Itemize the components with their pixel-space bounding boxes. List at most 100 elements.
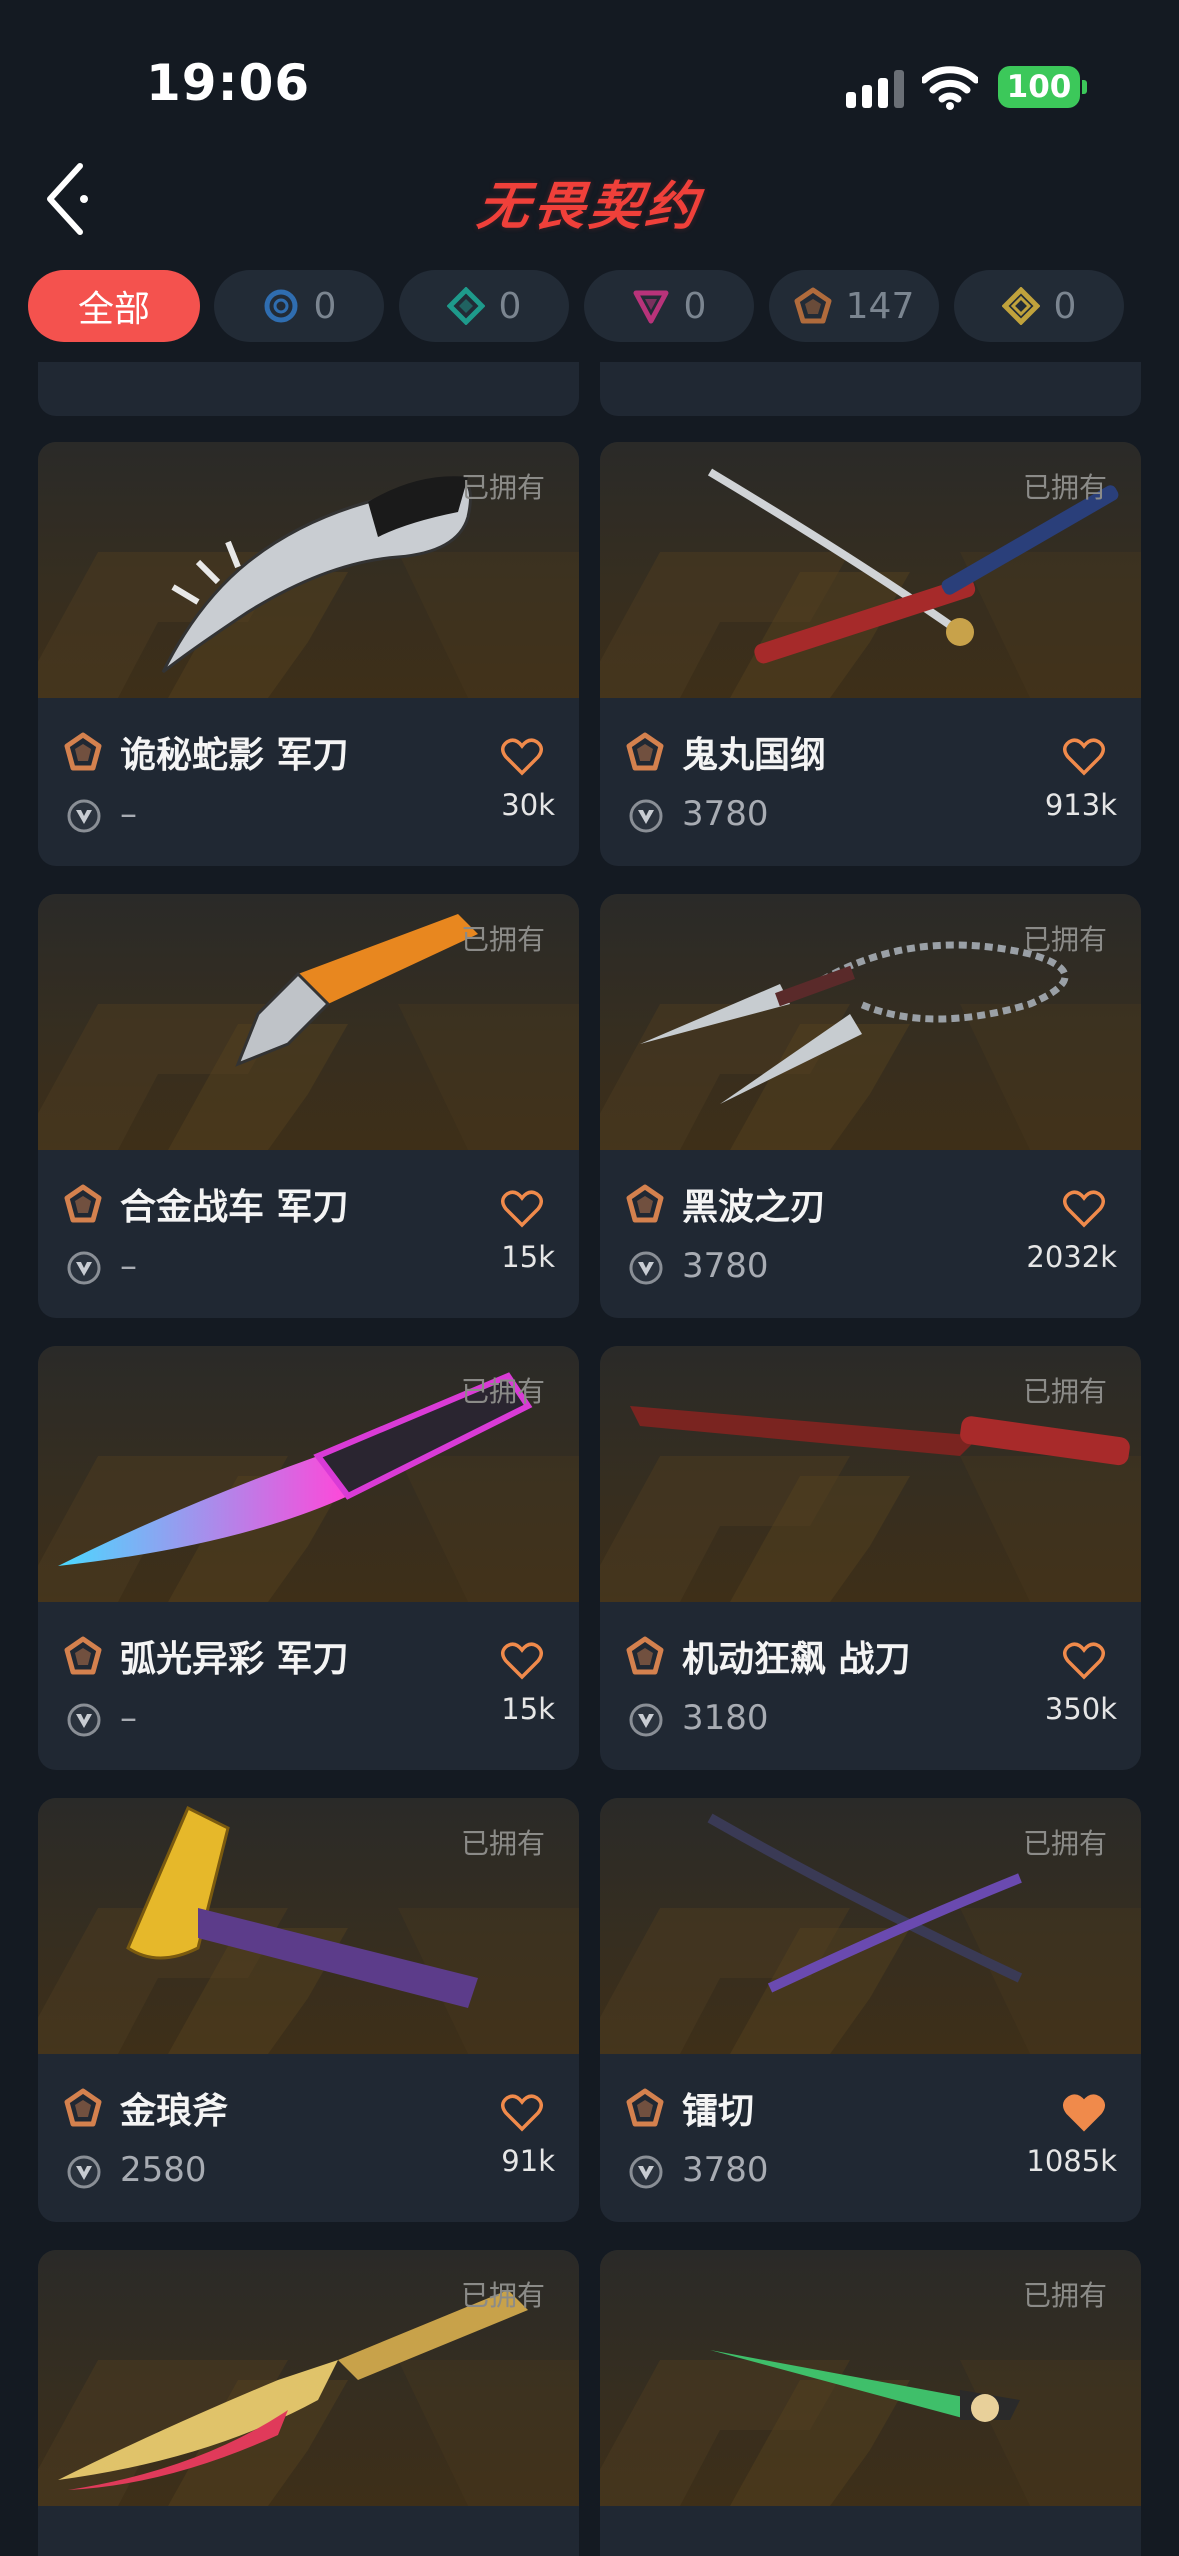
like-count: 2032k: [1026, 1240, 1117, 1274]
heart-icon[interactable]: [1063, 2094, 1105, 2132]
battery-tip: [1082, 80, 1087, 94]
filter-count: 147: [845, 285, 915, 327]
skin-card[interactable]: 已拥有鬼丸国纲 3780 913k: [600, 442, 1141, 866]
rarity-deluxe-icon: [446, 287, 485, 325]
rarity-exclusive-icon: [794, 287, 832, 324]
skin-image: 已拥有: [38, 1346, 579, 1602]
filter-rarity-select[interactable]: 0: [214, 270, 384, 342]
filter-label: 全部: [77, 289, 150, 330]
app-screen: { "status_bar": {"time": "19:06", "batte…: [0, 0, 1179, 2556]
owned-label: 已拥有: [1022, 923, 1107, 956]
heart-icon[interactable]: [501, 2094, 543, 2132]
rarity-premium-icon: [633, 290, 669, 324]
rarity-exclusive-icon: [64, 2088, 102, 2127]
like-count: 91k: [501, 2144, 555, 2178]
owned-label: 已拥有: [1022, 2279, 1107, 2312]
vp-currency-icon: [67, 1251, 101, 1285]
vp-currency-icon: [67, 2155, 101, 2189]
like-count: 913k: [1044, 788, 1117, 822]
filter-count: 0: [498, 285, 522, 327]
rarity-ultra-icon: [1001, 287, 1040, 325]
filter-count: 0: [683, 285, 707, 327]
heart-icon[interactable]: [501, 1642, 543, 1680]
card-fragment: [38, 362, 579, 416]
filter-rarity-exclusive[interactable]: 147: [769, 270, 939, 342]
owned-label: 已拥有: [460, 1375, 545, 1408]
filter-count: 0: [313, 285, 337, 327]
skin-card[interactable]: 已拥有 弧光异彩 军刀 – 15k: [38, 1346, 579, 1770]
owned-label: 已拥有: [1022, 1375, 1107, 1408]
vp-currency-icon: [629, 1251, 663, 1285]
skin-image: 已拥有: [38, 2250, 579, 2506]
skin-card[interactable]: 已拥有: [600, 2250, 1141, 2556]
like-count: 1085k: [1026, 2144, 1117, 2178]
like-count: 30k: [501, 788, 555, 822]
vp-currency-icon: [67, 1703, 101, 1737]
page-title-logo: 无畏契约: [474, 176, 705, 237]
status-time: 19:06: [146, 54, 311, 112]
rarity-exclusive-icon: [626, 1636, 664, 1675]
skin-price: 3780: [682, 794, 769, 834]
skin-card[interactable]: 已拥有镭切 3780 1085k: [600, 1798, 1141, 2222]
skin-name: 合金战车 军刀: [120, 1187, 349, 1228]
back-chevron-icon[interactable]: [40, 160, 100, 238]
wifi-icon: [922, 66, 978, 110]
heart-icon[interactable]: [501, 1190, 543, 1228]
rarity-filter-bar: 全部 0 0 0 147 0: [28, 270, 1168, 342]
skin-image: 已拥有: [600, 894, 1141, 1150]
owned-label: 已拥有: [460, 923, 545, 956]
skin-image: 已拥有: [600, 2250, 1141, 2506]
filter-rarity-ultra[interactable]: 0: [954, 270, 1124, 342]
skin-card[interactable]: 已拥有 金琅斧 2580 91k: [38, 1798, 579, 2222]
filter-rarity-premium[interactable]: 0: [584, 270, 754, 342]
filter-count: 0: [1053, 285, 1077, 327]
heart-icon[interactable]: [1063, 738, 1105, 776]
skin-price: –: [120, 1698, 137, 1738]
like-count: 15k: [501, 1240, 555, 1274]
skin-price: –: [120, 794, 137, 834]
skin-name: 鬼丸国纲: [682, 735, 827, 776]
owned-label: 已拥有: [1022, 1827, 1107, 1860]
skin-image: 已拥有: [38, 1798, 579, 2054]
rarity-exclusive-icon: [64, 1184, 102, 1223]
filter-rarity-deluxe[interactable]: 0: [399, 270, 569, 342]
skin-image: 已拥有: [38, 894, 579, 1150]
skin-card[interactable]: 已拥有黑波之刃 3780 2032k: [600, 894, 1141, 1318]
skin-price: 3780: [682, 2150, 769, 2190]
skin-name: 诡秘蛇影 军刀: [120, 735, 349, 776]
skin-price: –: [120, 1246, 137, 1286]
card-fragment: [600, 362, 1141, 416]
skin-name: 机动狂飙 战刀: [682, 1639, 911, 1680]
filter-all[interactable]: 全部: [28, 270, 200, 342]
owned-label: 已拥有: [1022, 471, 1107, 504]
skin-image: 已拥有: [600, 442, 1141, 698]
skin-price: 3180: [682, 1698, 769, 1738]
heart-icon[interactable]: [501, 738, 543, 776]
skin-price: 3780: [682, 1246, 769, 1286]
skin-card[interactable]: 已拥有合金战车 军刀 – 15k: [38, 894, 579, 1318]
owned-label: 已拥有: [460, 471, 545, 504]
skin-name: 镭切: [682, 2091, 755, 2132]
owned-label: 已拥有: [460, 2279, 545, 2312]
like-count: 350k: [1044, 1692, 1117, 1726]
skin-card[interactable]: 已拥有诡秘蛇影 军刀 – 30k: [38, 442, 579, 866]
skin-card[interactable]: 已拥有: [38, 2250, 579, 2556]
skin-name: 黑波之刃: [682, 1187, 827, 1228]
owned-label: 已拥有: [460, 1827, 545, 1860]
rarity-exclusive-icon: [626, 1184, 664, 1223]
skin-image: 已拥有: [600, 1798, 1141, 2054]
rarity-select-icon: [264, 289, 298, 323]
cellular-signal-icon: [846, 70, 904, 108]
like-count: 15k: [501, 1692, 555, 1726]
rarity-exclusive-icon: [64, 732, 102, 771]
vp-currency-icon: [629, 799, 663, 833]
vp-currency-icon: [629, 1703, 663, 1737]
skin-price: 2580: [120, 2150, 207, 2190]
status-bar: 19:06 100: [0, 0, 1179, 150]
rarity-exclusive-icon: [64, 1636, 102, 1675]
rarity-exclusive-icon: [626, 2088, 664, 2127]
battery-indicator: 100: [998, 66, 1080, 108]
skin-card[interactable]: 已拥有机动狂飙 战刀 3180 350k: [600, 1346, 1141, 1770]
heart-icon[interactable]: [1063, 1190, 1105, 1228]
heart-icon[interactable]: [1063, 1642, 1105, 1680]
